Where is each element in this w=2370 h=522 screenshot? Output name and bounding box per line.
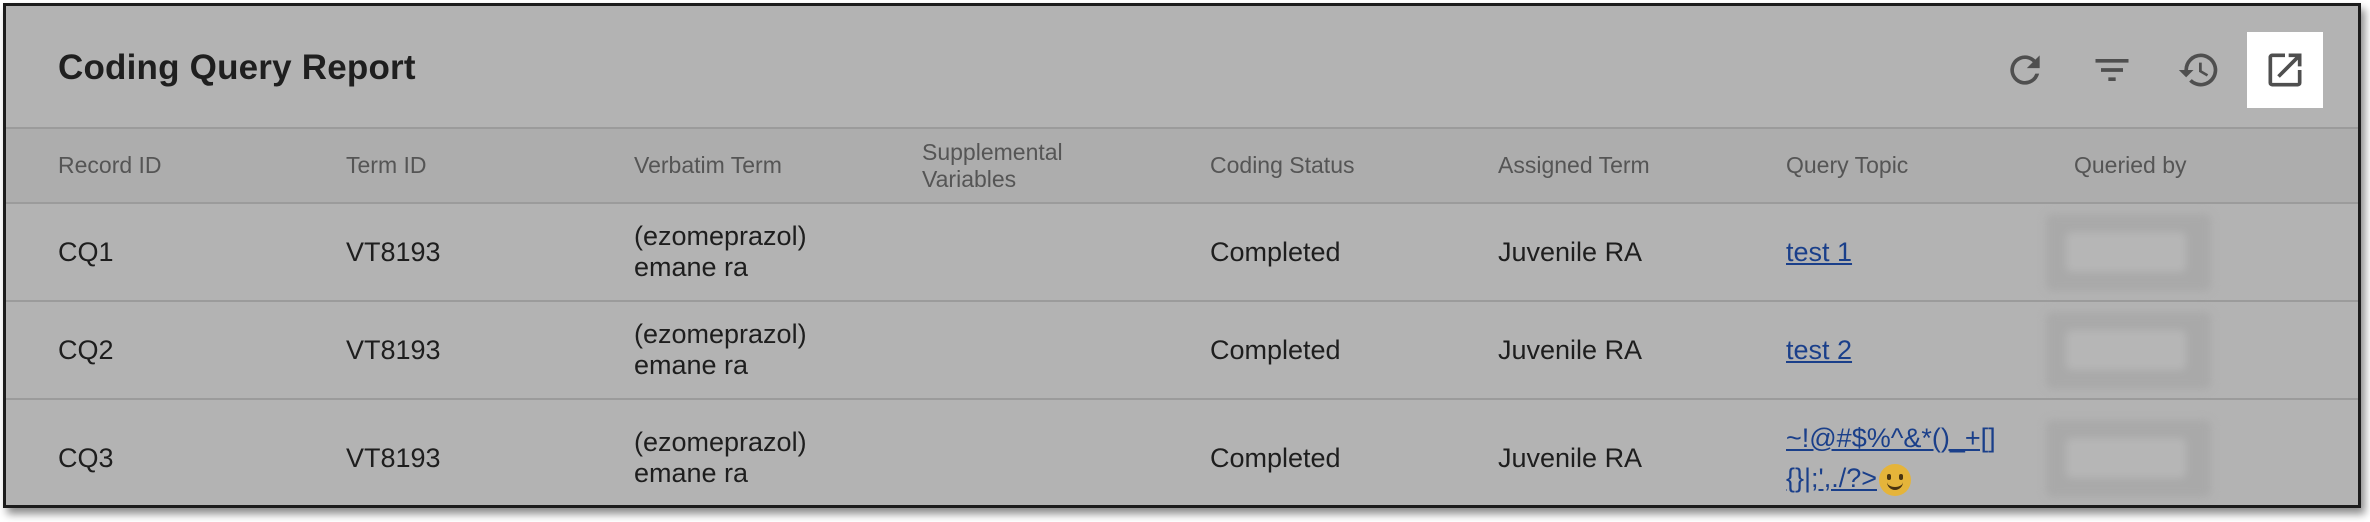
column-header-coding-status[interactable]: Coding Status xyxy=(1210,129,1354,202)
smiley-emoji-icon xyxy=(1879,463,1911,496)
term-id-cell: VT8193 xyxy=(346,236,441,267)
history-button[interactable] xyxy=(2161,32,2237,108)
queried-by-redacted xyxy=(2046,214,2211,291)
column-header-query-topic[interactable]: Query Topic xyxy=(1786,129,1908,202)
verbatim-term-cell: (ezomeprazol) emane ra xyxy=(634,319,807,380)
query-topic-link[interactable]: test 1 xyxy=(1786,237,1852,268)
table-row[interactable]: CQ1 VT8193 (ezomeprazol) emane ra Comple… xyxy=(6,204,2358,302)
refresh-button[interactable] xyxy=(1987,32,2063,108)
table-header: Record ID Term ID Verbatim Term Suppleme… xyxy=(6,129,2358,204)
query-topic-link[interactable]: test 2 xyxy=(1786,335,1852,366)
column-header-verbatim-term[interactable]: Verbatim Term xyxy=(634,129,782,202)
table-row[interactable]: CQ2 VT8193 (ezomeprazol) emane ra Comple… xyxy=(6,302,2358,400)
table-row[interactable]: CQ3 VT8193 (ezomeprazol) emane ra Comple… xyxy=(6,400,2358,505)
record-id-cell: CQ2 xyxy=(58,334,114,365)
record-id-cell: CQ1 xyxy=(58,236,114,267)
history-icon xyxy=(2178,53,2218,87)
verbatim-term-cell: (ezomeprazol) emane ra xyxy=(634,221,807,282)
open-external-button[interactable] xyxy=(2247,32,2323,108)
report-panel: Coding Query Report Record ID Term ID Ve… xyxy=(3,3,2361,508)
column-header-queried-by[interactable]: Queried by xyxy=(2074,129,2187,202)
queried-by-redacted xyxy=(2046,312,2211,389)
assigned-term-cell: Juvenile RA xyxy=(1498,442,1643,473)
filter-button[interactable] xyxy=(2074,32,2150,108)
coding-status-cell: Completed xyxy=(1210,334,1341,365)
record-id-cell: CQ3 xyxy=(58,442,114,473)
coding-status-cell: Completed xyxy=(1210,442,1341,473)
assigned-term-cell: Juvenile RA xyxy=(1498,236,1643,267)
report-header: Coding Query Report xyxy=(6,6,2358,129)
queried-by-redacted xyxy=(2046,420,2211,497)
assigned-term-cell: Juvenile RA xyxy=(1498,334,1643,365)
column-header-supplemental-variables[interactable]: Supplemental Variables xyxy=(922,129,1063,202)
refresh-icon xyxy=(2010,55,2040,85)
verbatim-term-cell: (ezomeprazol) emane ra xyxy=(634,427,807,488)
column-header-record-id[interactable]: Record ID xyxy=(58,129,162,202)
column-header-term-id[interactable]: Term ID xyxy=(346,129,427,202)
filter-icon xyxy=(2095,59,2129,81)
query-topic-link[interactable]: ~!@#$%^&*()_+[] {}|;',./?> xyxy=(1786,418,1996,498)
column-header-assigned-term[interactable]: Assigned Term xyxy=(1498,129,1650,202)
term-id-cell: VT8193 xyxy=(346,334,441,365)
term-id-cell: VT8193 xyxy=(346,442,441,473)
page-title: Coding Query Report xyxy=(58,48,416,87)
open-in-new-icon xyxy=(2268,53,2302,87)
coding-status-cell: Completed xyxy=(1210,236,1341,267)
